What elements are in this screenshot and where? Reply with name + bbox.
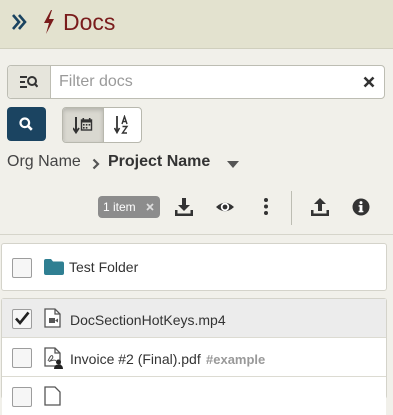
sort-date-icon [73,117,93,134]
video-file-icon [44,308,61,328]
folder-list: Test Folder [1,243,387,291]
file-list: DocSectionHotKeys.mp4 Invoice #2 (Final)… [1,298,387,415]
pdf-user-file-icon [44,347,63,369]
selection-count-text: 1 item [103,200,136,214]
section-divider [0,234,393,235]
folder-name: Test Folder [69,259,139,275]
folder-row[interactable]: Test Folder [2,244,386,290]
row-checkbox[interactable] [12,258,32,278]
folder-icon [44,259,64,275]
upload-icon [311,198,329,216]
eye-icon [216,202,234,212]
filter-options-button[interactable] [8,66,51,98]
filter-input[interactable] [59,66,349,98]
breadcrumb-project: Project Name [108,153,211,170]
checkmark-icon [15,311,30,326]
filter-bar [7,65,385,99]
breadcrumb-org[interactable]: Org Name [7,153,81,171]
sort-alphabetical-button[interactable] [104,108,141,142]
clear-selection-icon[interactable] [146,203,154,211]
file-tag[interactable]: #example [206,352,265,367]
row-checkbox[interactable] [12,387,32,407]
file-name: Invoice #2 (Final).pdf [70,351,201,367]
sort-by-date-button[interactable] [63,108,104,142]
search-icon [19,117,33,131]
sort-alpha-icon [114,115,129,135]
breadcrumb: Org Name Project Name [7,153,387,175]
preview-button[interactable] [212,194,238,220]
file-row[interactable]: DocSectionHotKeys.mp4 [2,299,386,338]
filter-search-icon [20,76,38,88]
toolbar-divider [291,191,292,225]
lightning-bolt-icon [44,10,54,34]
selection-count-badge: 1 item [98,196,160,218]
sort-toggle-group [62,107,142,143]
upload-button[interactable] [307,194,333,220]
row-checkbox-checked[interactable] [12,309,32,329]
download-button[interactable] [171,194,197,220]
more-vertical-icon [264,198,268,215]
pdf-file-icon [44,386,61,406]
app-header: Docs [0,0,393,49]
more-actions-button[interactable] [253,194,279,220]
file-name: DocSectionHotKeys.mp4 [70,312,226,328]
download-icon [175,198,193,216]
search-button[interactable] [7,107,46,141]
info-button[interactable] [348,194,374,220]
info-icon [352,198,370,216]
double-chevron-right-icon[interactable] [11,12,27,32]
caret-down-icon[interactable] [227,161,239,168]
app-title: Docs [63,9,116,35]
row-checkbox[interactable] [12,348,32,368]
file-row[interactable]: Invoice #2 (Final).pdf #example [2,338,386,377]
chevron-right-icon [92,158,100,170]
file-row-partial[interactable] [2,377,386,415]
clear-filter-icon[interactable] [363,76,375,88]
